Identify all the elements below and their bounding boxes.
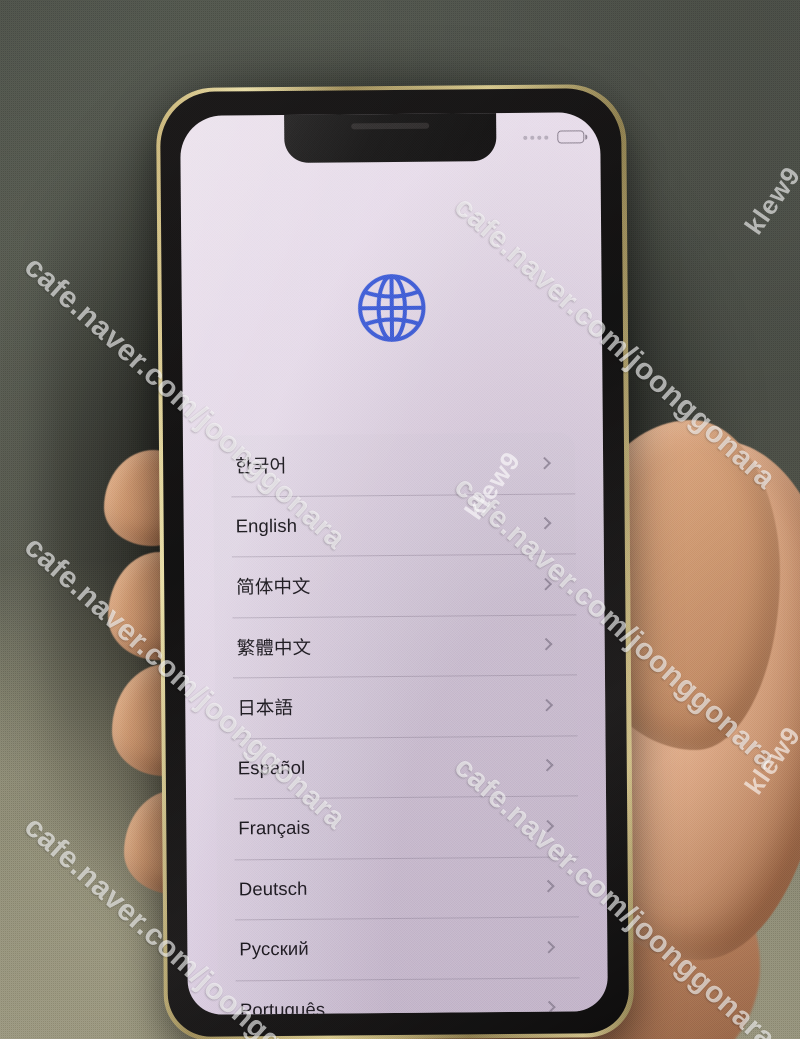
signal-dots-icon: [523, 135, 549, 140]
language-label: 日本語: [237, 697, 294, 719]
language-label: Español: [237, 756, 306, 779]
list-item[interactable]: 繁體中文: [214, 614, 577, 678]
list-item[interactable]: 日本語: [215, 674, 578, 738]
phone-screen[interactable]: 한국어 English 简体中文 繁體中文 日本語 Español França…: [180, 112, 608, 1015]
list-item[interactable]: Français: [216, 795, 579, 859]
chevron-right-icon: [543, 1001, 556, 1014]
language-label: 한국어: [235, 455, 287, 477]
language-label: 繁體中文: [236, 636, 312, 659]
list-item[interactable]: Español: [216, 735, 579, 799]
globe-icon-container: [181, 262, 602, 354]
language-label: Русский: [239, 938, 309, 960]
earpiece-speaker: [351, 122, 430, 130]
list-item[interactable]: 简体中文: [214, 553, 577, 617]
list-item[interactable]: English: [213, 493, 576, 557]
list-item[interactable]: Deutsch: [217, 856, 580, 920]
phone-notch: [284, 112, 497, 163]
language-label: Deutsch: [238, 877, 308, 900]
list-item[interactable]: Русский: [217, 916, 580, 980]
list-item[interactable]: Português: [218, 977, 580, 1015]
list-item[interactable]: 한국어: [213, 432, 576, 496]
battery-cap: [584, 134, 588, 140]
status-bar: [523, 130, 588, 144]
language-list[interactable]: 한국어 English 简体中文 繁體中文 日本語 Español França…: [212, 432, 580, 1015]
battery-icon: [557, 130, 588, 144]
phone-bezel: 한국어 English 简体中文 繁體中文 日本語 Español França…: [159, 88, 630, 1037]
language-label: 简体中文: [236, 575, 311, 598]
language-label: Français: [238, 817, 311, 839]
globe-icon: [358, 274, 426, 342]
language-label: English: [235, 514, 298, 537]
language-label: Português: [239, 998, 326, 1015]
phone-device: 한국어 English 简体中文 繁體中文 日本語 Español França…: [155, 83, 635, 1039]
